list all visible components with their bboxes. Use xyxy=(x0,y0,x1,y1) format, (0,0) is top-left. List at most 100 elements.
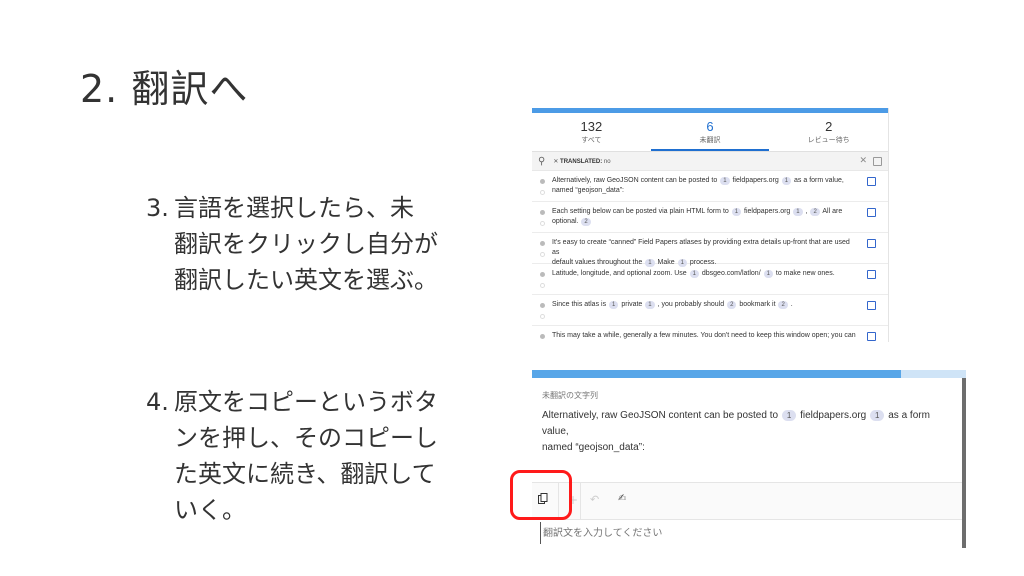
tab-all-count: 132 xyxy=(580,119,603,134)
string-text-fragment: private xyxy=(619,301,645,308)
row-checkbox[interactable] xyxy=(867,208,876,217)
status-dot-secondary xyxy=(540,283,545,288)
spellcheck-icon[interactable]: ✍ xyxy=(618,493,626,504)
status-dot-secondary xyxy=(540,221,545,226)
tab-untranslated[interactable]: 6 未翻訳 xyxy=(650,113,770,151)
string-text-fragment: Since this atlas is xyxy=(552,301,609,308)
status-dot xyxy=(540,334,545,339)
search-bar[interactable]: ⚲ ✕ TRANSLATED: no ✕ xyxy=(532,152,888,171)
string-row[interactable]: Since this atlas is 1 private 1 , you pr… xyxy=(532,295,888,326)
string-text-fragment: Latitude, longitude, and optional zoom. … xyxy=(552,270,689,277)
editor-toolbar: + ↶ ✍ xyxy=(532,482,962,520)
placeholder-tag[interactable]: 1 xyxy=(793,208,803,216)
string-list: Alternatively, raw GeoJSON content can b… xyxy=(532,171,888,342)
tab-all-label: すべて xyxy=(581,136,602,144)
source-text-line-2: named “geojson_data”: xyxy=(542,442,645,453)
filter-value: no xyxy=(602,158,611,165)
placeholder-tag[interactable]: 1 xyxy=(781,177,792,185)
string-row[interactable]: It's easy to create “canned” Field Paper… xyxy=(532,233,888,267)
string-text-fragment: bookmark it xyxy=(737,301,778,308)
string-text-fragment: It's easy to create “canned” Field Paper… xyxy=(552,239,850,256)
status-dot xyxy=(540,303,545,308)
status-dot xyxy=(540,210,545,215)
source-text-part-2: fieldpapers.org xyxy=(800,410,867,421)
search-icon: ⚲ xyxy=(538,155,546,167)
placeholder-tag[interactable]: 1 xyxy=(720,177,730,185)
search-filter-chip[interactable]: ✕ TRANSLATED: no xyxy=(553,158,610,165)
tab-needs-review-count: 2 xyxy=(825,119,833,134)
string-row[interactable]: Alternatively, raw GeoJSON content can b… xyxy=(532,171,888,202)
string-text-fragment: , you probably should xyxy=(655,301,727,308)
string-list-screenshot: 132 すべて 6 未翻訳 2 レビュー待ち ⚲ ✕ TRANSLATED: n… xyxy=(532,108,889,342)
tab-untranslated-count: 6 xyxy=(706,119,714,134)
placeholder-tag[interactable]: 2 xyxy=(778,301,788,309)
source-string-label: 未翻訳の文字列 xyxy=(542,391,598,400)
string-text-fragment: fieldpapers.org xyxy=(742,208,793,215)
string-row-text: Each setting below can be posted via pla… xyxy=(552,207,858,227)
slide-title: 2. 翻訳へ xyxy=(80,67,249,111)
row-checkbox[interactable] xyxy=(867,332,876,341)
tab-untranslated-label: 未翻訳 xyxy=(699,136,721,144)
string-row[interactable]: Each setting below can be posted via pla… xyxy=(532,202,888,233)
tab-needs-review-label: レビュー待ち xyxy=(807,136,850,144)
editor-screenshot: 未翻訳の文字列 Alternatively, raw GeoJSON conte… xyxy=(532,370,966,548)
string-row-text: This may take a while, generally a few m… xyxy=(552,331,858,342)
step-4-instruction: 4. 原文をコピーというボタ ンを押し、そのコピーし た英文に続き、翻訳して い… xyxy=(146,384,506,528)
string-row[interactable]: This may take a while, generally a few m… xyxy=(532,326,888,342)
placeholder-tag[interactable]: 1 xyxy=(645,301,655,309)
string-row[interactable]: Latitude, longitude, and optional zoom. … xyxy=(532,264,888,295)
placeholder-tag[interactable]: 2 xyxy=(727,301,737,309)
toolbar-divider xyxy=(580,483,581,519)
row-checkbox[interactable] xyxy=(867,177,876,186)
step-3-text: 言語を選択したら、未 翻訳をクリックし自分が 翻訳したい英文を選ぶ。 xyxy=(174,194,438,294)
copy-button-highlight xyxy=(510,470,572,520)
string-text-fragment: Each setting below can be posted via pla… xyxy=(552,208,731,215)
source-text-part-1: Alternatively, raw GeoJSON content can b… xyxy=(542,410,779,421)
string-text-fragment: , xyxy=(803,208,810,215)
select-all-checkbox[interactable] xyxy=(873,156,882,166)
string-row-text: Latitude, longitude, and optional zoom. … xyxy=(552,269,858,279)
tab-all[interactable]: 132 すべて xyxy=(532,113,651,151)
step-3-number: 3. xyxy=(146,194,169,222)
row-checkbox[interactable] xyxy=(867,270,876,279)
clear-search-icon[interactable]: ✕ xyxy=(859,156,867,166)
source-string-text: Alternatively, raw GeoJSON content can b… xyxy=(542,408,952,456)
row-checkbox[interactable] xyxy=(867,239,876,248)
string-text-fragment: as a form value, xyxy=(792,177,844,184)
string-text-fragment: All are xyxy=(820,208,843,215)
undo-icon[interactable]: ↶ xyxy=(590,493,599,506)
status-dot xyxy=(540,272,545,277)
filter-key: TRANSLATED: xyxy=(560,158,603,165)
string-text-fragment: fieldpapers.org xyxy=(730,177,781,184)
scrollbar[interactable] xyxy=(962,378,966,548)
filter-tabs: 132 すべて 6 未翻訳 2 レビュー待ち xyxy=(532,113,888,152)
placeholder-tag[interactable]: 1 xyxy=(763,270,773,278)
status-dot xyxy=(540,241,545,246)
string-text-fragment: Alternatively, raw GeoJSON content can b… xyxy=(552,177,720,184)
step-4-number: 4. xyxy=(146,388,169,416)
tab-needs-review[interactable]: 2 レビュー待ち xyxy=(769,113,888,151)
row-checkbox[interactable] xyxy=(867,301,876,310)
status-dot-secondary xyxy=(540,190,545,195)
placeholder-tag[interactable]: 1 xyxy=(870,410,885,421)
string-text-fragment: to make new ones. xyxy=(773,270,835,277)
string-row-text: Alternatively, raw GeoJSON content can b… xyxy=(552,176,858,196)
placeholder-tag[interactable]: 1 xyxy=(609,301,619,309)
string-text-fragment: This may take a while, generally a few m… xyxy=(552,332,856,339)
placeholder-tag[interactable]: 1 xyxy=(689,270,699,278)
step-3-instruction: 3. 言語を選択したら、未 翻訳をクリックし自分が 翻訳したい英文を選ぶ。 xyxy=(146,190,506,298)
placeholder-tag[interactable]: 2 xyxy=(810,208,820,216)
placeholder-tag[interactable]: 1 xyxy=(781,410,797,421)
status-dot-secondary xyxy=(540,252,545,257)
string-text-fragment: . xyxy=(788,301,793,308)
placeholder-tag[interactable]: 1 xyxy=(731,208,742,216)
step-4-text: 原文をコピーというボタ ンを押し、そのコピーし た英文に続き、翻訳して いく。 xyxy=(174,388,438,524)
string-text-fragment: dbsgeo.com/latlon/ xyxy=(699,270,763,277)
string-text-fragment: optional. xyxy=(552,218,581,225)
string-text-fragment: named “geojson_data”: xyxy=(552,187,624,194)
placeholder-tag[interactable]: 2 xyxy=(581,218,591,226)
translation-input[interactable] xyxy=(540,522,925,544)
string-row-text: Since this atlas is 1 private 1 , you pr… xyxy=(552,300,858,310)
progress-fill xyxy=(532,370,901,378)
status-dot xyxy=(540,179,545,184)
